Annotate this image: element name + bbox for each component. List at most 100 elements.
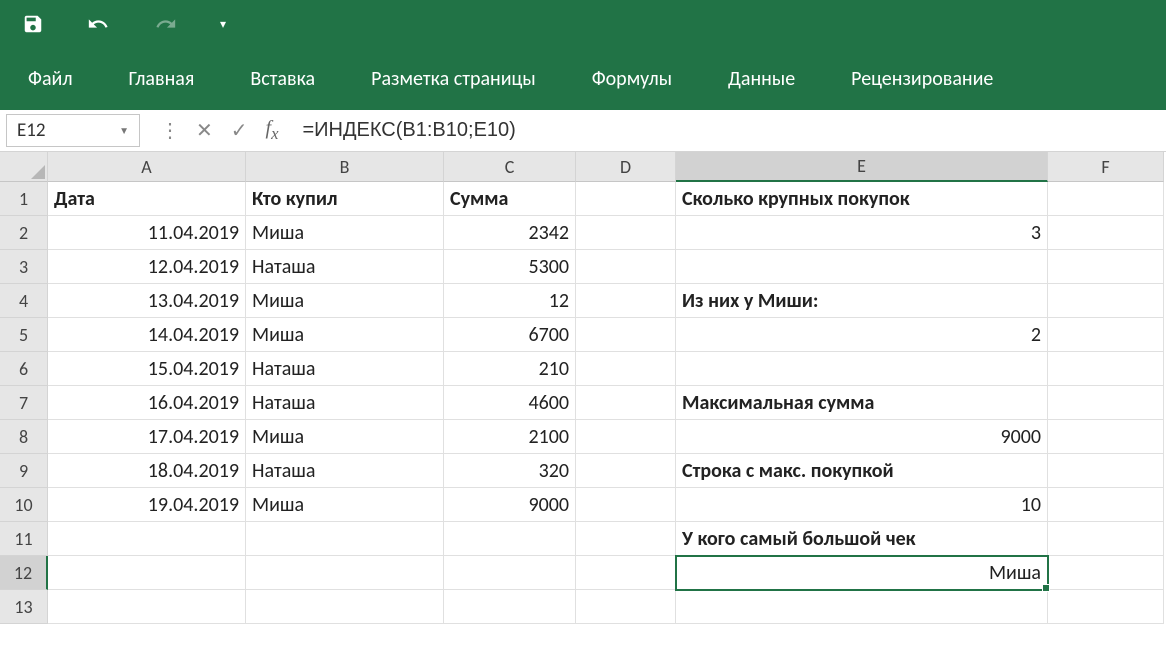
cell-C2[interactable]: 2342	[444, 216, 576, 250]
tab-home[interactable]: Главная	[101, 48, 223, 110]
cell-D13[interactable]	[576, 590, 676, 624]
cell-C4[interactable]: 12	[444, 284, 576, 318]
cell-D8[interactable]	[576, 420, 676, 454]
row-header-13[interactable]: 13	[0, 590, 48, 624]
cell-B1[interactable]: Кто купил	[246, 182, 444, 216]
cell-E13[interactable]	[676, 590, 1048, 624]
row-header-5[interactable]: 5	[0, 318, 48, 352]
cell-E10[interactable]: 10	[676, 488, 1048, 522]
cell-D11[interactable]	[576, 522, 676, 556]
cancel-icon[interactable]: ✕	[196, 118, 213, 143]
cell-F12[interactable]	[1048, 556, 1164, 590]
customize-qat-icon[interactable]: ▾	[220, 0, 226, 48]
cell-F9[interactable]	[1048, 454, 1164, 488]
row-header-12[interactable]: 12	[0, 556, 48, 590]
cell-D12[interactable]	[576, 556, 676, 590]
formula-input[interactable]	[293, 110, 1166, 151]
cell-F13[interactable]	[1048, 590, 1164, 624]
cell-A7[interactable]: 16.04.2019	[48, 386, 246, 420]
cell-B11[interactable]	[246, 522, 444, 556]
cell-B12[interactable]	[246, 556, 444, 590]
cell-F11[interactable]	[1048, 522, 1164, 556]
cell-B10[interactable]: Миша	[246, 488, 444, 522]
cell-C12[interactable]	[444, 556, 576, 590]
cell-A9[interactable]: 18.04.2019	[48, 454, 246, 488]
cell-B13[interactable]	[246, 590, 444, 624]
save-icon[interactable]	[22, 0, 44, 48]
column-header-E[interactable]: E	[676, 152, 1048, 182]
cell-A1[interactable]: Дата	[48, 182, 246, 216]
column-header-C[interactable]: C	[444, 152, 576, 182]
cell-C6[interactable]: 210	[444, 352, 576, 386]
row-header-11[interactable]: 11	[0, 522, 48, 556]
cell-C1[interactable]: Сумма	[444, 182, 576, 216]
enter-icon[interactable]: ✓	[231, 118, 248, 143]
row-header-2[interactable]: 2	[0, 216, 48, 250]
cell-A8[interactable]: 17.04.2019	[48, 420, 246, 454]
cell-B5[interactable]: Миша	[246, 318, 444, 352]
cell-E2[interactable]: 3	[676, 216, 1048, 250]
column-header-F[interactable]: F	[1048, 152, 1164, 182]
cell-E3[interactable]	[676, 250, 1048, 284]
cell-A11[interactable]	[48, 522, 246, 556]
column-header-A[interactable]: A	[48, 152, 246, 182]
cell-F1[interactable]	[1048, 182, 1164, 216]
tab-insert[interactable]: Вставка	[222, 48, 343, 110]
name-box[interactable]: E12 ▼	[6, 114, 140, 147]
cell-B9[interactable]: Наташа	[246, 454, 444, 488]
cell-A5[interactable]: 14.04.2019	[48, 318, 246, 352]
tab-formulas[interactable]: Формулы	[564, 48, 700, 110]
cell-E1[interactable]: Сколько крупных покупок	[676, 182, 1048, 216]
cell-D4[interactable]	[576, 284, 676, 318]
tab-data[interactable]: Данные	[700, 48, 823, 110]
spreadsheet-grid[interactable]: ABCDEF 1ДатаКто купилСумма Сколько крупных…	[0, 152, 1166, 624]
cell-F3[interactable]	[1048, 250, 1164, 284]
cell-E8[interactable]: 9000	[676, 420, 1048, 454]
cell-F2[interactable]	[1048, 216, 1164, 250]
cell-A4[interactable]: 13.04.2019	[48, 284, 246, 318]
cell-A10[interactable]: 19.04.2019	[48, 488, 246, 522]
fx-icon[interactable]: fx	[266, 117, 279, 144]
cell-C10[interactable]: 9000	[444, 488, 576, 522]
column-header-B[interactable]: B	[246, 152, 444, 182]
cell-D7[interactable]	[576, 386, 676, 420]
cell-A12[interactable]	[48, 556, 246, 590]
cell-F8[interactable]	[1048, 420, 1164, 454]
select-all-corner[interactable]	[0, 152, 48, 182]
row-header-6[interactable]: 6	[0, 352, 48, 386]
cell-C3[interactable]: 5300	[444, 250, 576, 284]
row-header-9[interactable]: 9	[0, 454, 48, 488]
row-header-3[interactable]: 3	[0, 250, 48, 284]
cell-F5[interactable]	[1048, 318, 1164, 352]
cell-D5[interactable]	[576, 318, 676, 352]
cell-D1[interactable]	[576, 182, 676, 216]
cell-B6[interactable]: Наташа	[246, 352, 444, 386]
cell-D2[interactable]	[576, 216, 676, 250]
cell-A2[interactable]: 11.04.2019	[48, 216, 246, 250]
cell-C9[interactable]: 320	[444, 454, 576, 488]
cell-C7[interactable]: 4600	[444, 386, 576, 420]
cell-D3[interactable]	[576, 250, 676, 284]
row-header-10[interactable]: 10	[0, 488, 48, 522]
tab-file[interactable]: Файл	[0, 48, 101, 110]
cell-A13[interactable]	[48, 590, 246, 624]
cell-D9[interactable]	[576, 454, 676, 488]
cell-B7[interactable]: Наташа	[246, 386, 444, 420]
tab-page-layout[interactable]: Разметка страницы	[343, 48, 564, 110]
cell-D6[interactable]	[576, 352, 676, 386]
cell-C5[interactable]: 6700	[444, 318, 576, 352]
cell-E12[interactable]: Миша	[676, 556, 1048, 590]
cell-E5[interactable]: 2	[676, 318, 1048, 352]
column-header-D[interactable]: D	[576, 152, 676, 182]
cell-F6[interactable]	[1048, 352, 1164, 386]
row-header-7[interactable]: 7	[0, 386, 48, 420]
row-header-8[interactable]: 8	[0, 420, 48, 454]
row-header-4[interactable]: 4	[0, 284, 48, 318]
cell-C11[interactable]	[444, 522, 576, 556]
cell-E7[interactable]: Максимальная сумма	[676, 386, 1048, 420]
cell-E6[interactable]	[676, 352, 1048, 386]
cell-A3[interactable]: 12.04.2019	[48, 250, 246, 284]
row-header-1[interactable]: 1	[0, 182, 48, 216]
cell-E9[interactable]: Строка с макс. покупкой	[676, 454, 1048, 488]
cell-B3[interactable]: Наташа	[246, 250, 444, 284]
